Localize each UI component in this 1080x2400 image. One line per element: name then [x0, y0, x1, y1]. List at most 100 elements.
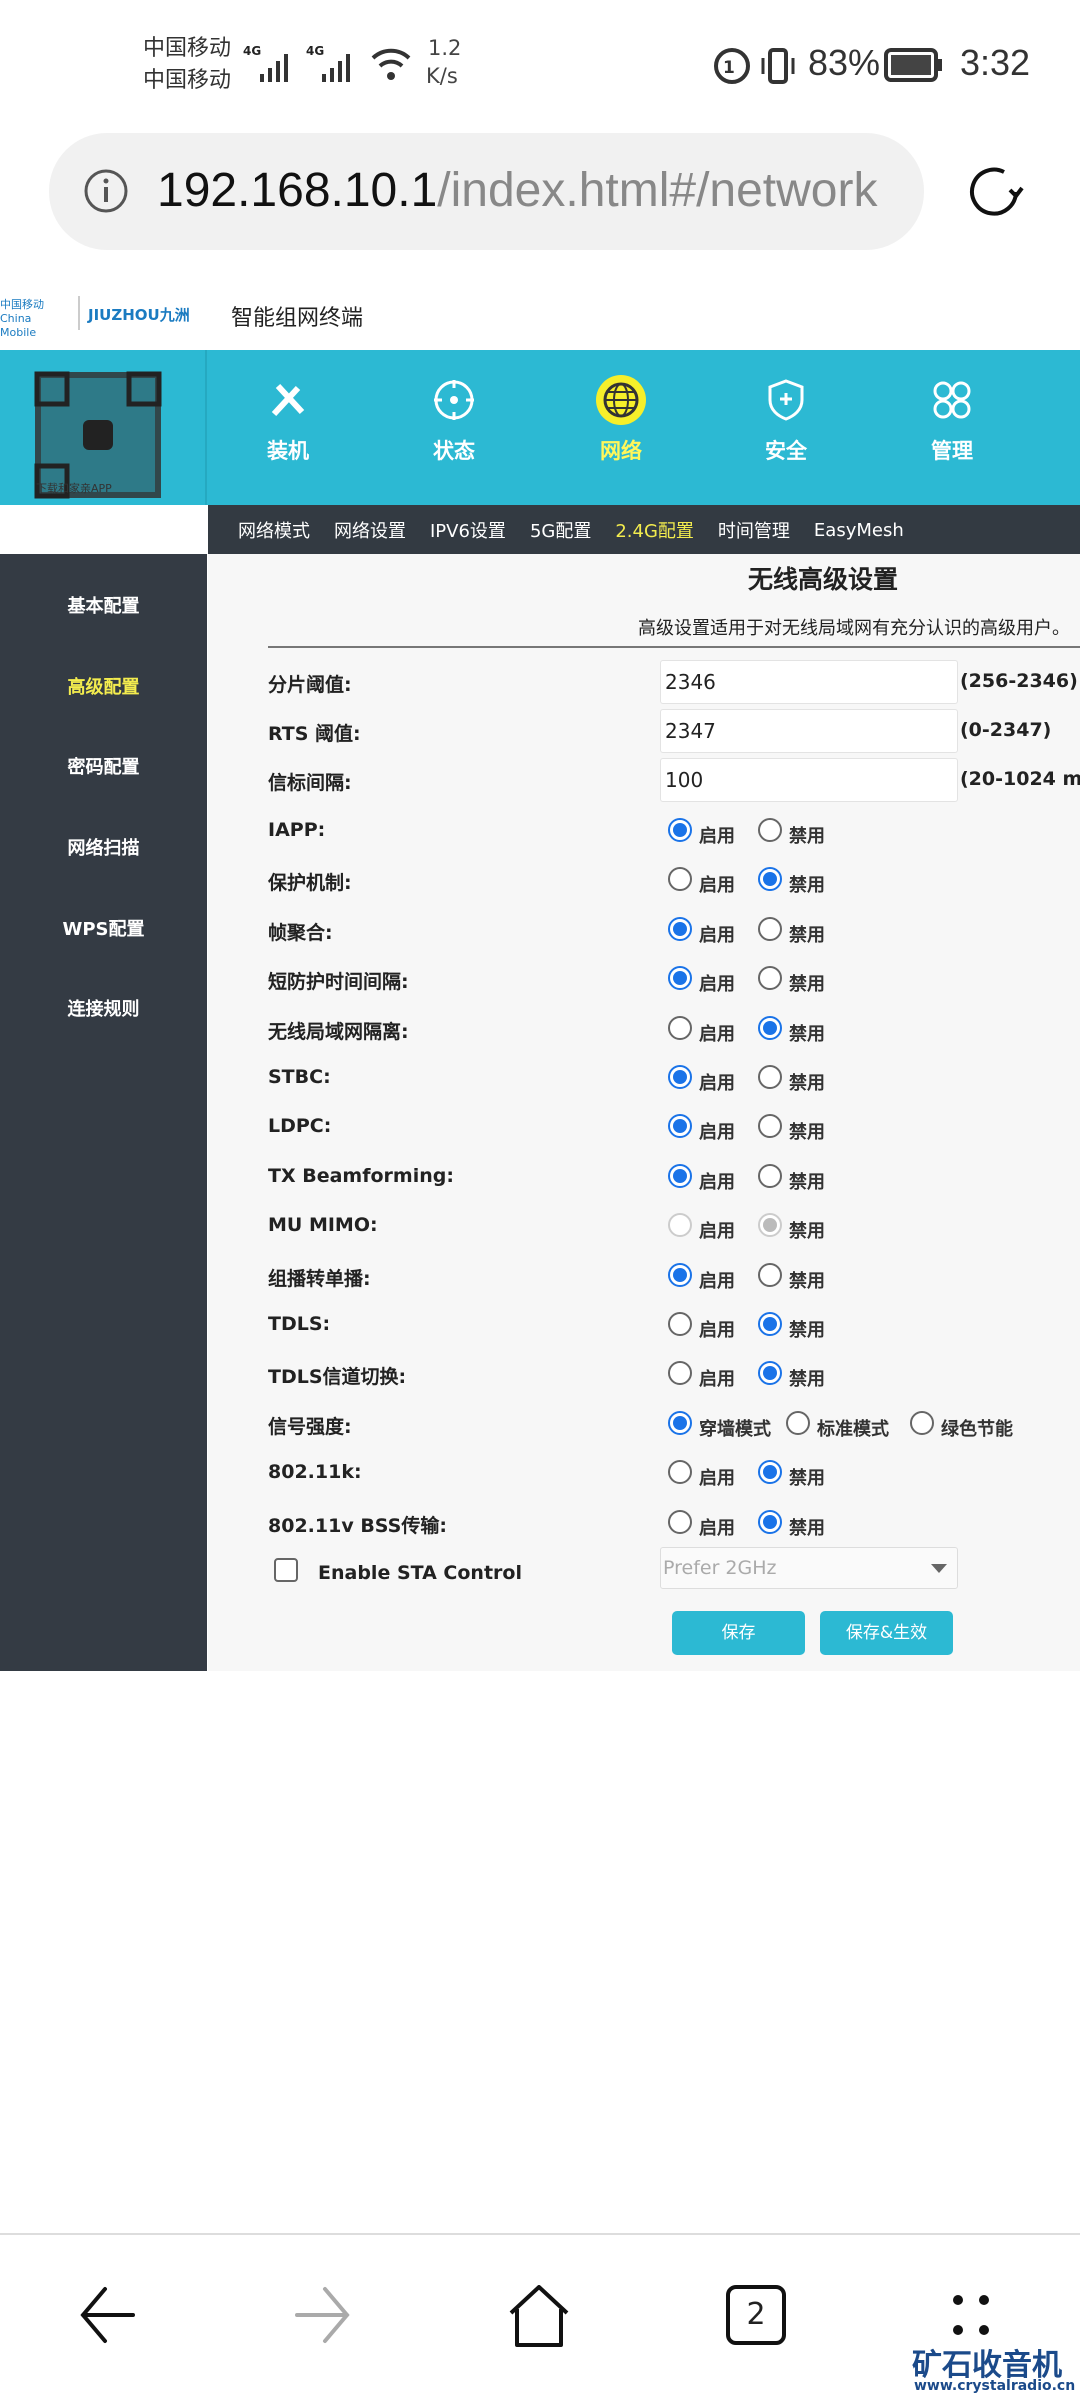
radio-button[interactable]	[668, 1163, 692, 1188]
sidebar-item-password[interactable]: 密码配置	[0, 753, 207, 779]
back-icon[interactable]	[75, 2285, 139, 2345]
radio-label[interactable]: 禁用	[789, 1168, 825, 1194]
radio-button[interactable]	[668, 818, 692, 842]
sta-control-checkbox[interactable]	[274, 1558, 298, 1582]
threshold-input[interactable]: 100	[660, 758, 958, 802]
radio-button[interactable]	[668, 1460, 692, 1485]
radio-label[interactable]: 禁用	[789, 1217, 825, 1243]
radio-label[interactable]: 禁用	[789, 822, 825, 848]
radio-button[interactable]	[668, 916, 692, 941]
jiuzhou-logo: JIUZHOU九洲	[88, 306, 190, 324]
radio-button[interactable]	[668, 1065, 692, 1089]
radio-button[interactable]	[758, 1509, 782, 1534]
radio-button[interactable]	[758, 867, 782, 892]
radio-label[interactable]: 启用	[699, 921, 735, 947]
tabs-count-button[interactable]: 2	[726, 2285, 786, 2345]
radio-button[interactable]	[758, 1262, 782, 1287]
reload-icon[interactable]	[964, 160, 1028, 224]
sidebar-item-basic[interactable]: 基本配置	[0, 592, 207, 618]
radio-label[interactable]: 标准模式	[817, 1415, 889, 1441]
url-text[interactable]: 192.168.10.1/index.html#/network	[157, 163, 907, 219]
radio-button[interactable]	[910, 1410, 934, 1435]
forward-icon[interactable]	[291, 2285, 355, 2345]
radio-button[interactable]	[758, 1312, 782, 1336]
tab-manage[interactable]: 管理	[892, 375, 1012, 465]
radio-button[interactable]	[668, 966, 692, 991]
save-button[interactable]: 保存	[672, 1611, 805, 1655]
subnav-ipv6[interactable]: IPV6设置	[430, 517, 506, 543]
tab-install[interactable]: 装机	[228, 375, 348, 465]
radio-label[interactable]: 启用	[699, 1316, 735, 1342]
radio-label[interactable]: 禁用	[789, 1464, 825, 1490]
radio-label[interactable]: 禁用	[789, 1514, 825, 1540]
radio-label[interactable]: 启用	[699, 1118, 735, 1144]
subnav-network-mode[interactable]: 网络模式	[238, 517, 310, 543]
subnav-5g[interactable]: 5G配置	[530, 517, 591, 543]
radio-button[interactable]	[758, 916, 782, 941]
subnav-easymesh[interactable]: EasyMesh	[814, 520, 904, 541]
radio-label[interactable]: 启用	[699, 1168, 735, 1194]
radio-label[interactable]: 禁用	[789, 871, 825, 897]
radio-button[interactable]	[758, 1163, 782, 1188]
radio-label[interactable]: 启用	[699, 1365, 735, 1391]
radio-button[interactable]	[758, 1065, 782, 1089]
setting-label: 信号强度:	[268, 1415, 352, 1438]
radio-label[interactable]: 禁用	[789, 1069, 825, 1095]
sidebar-item-rules[interactable]: 连接规则	[0, 995, 207, 1021]
radio-button[interactable]	[758, 1015, 782, 1040]
radio-button[interactable]	[668, 1015, 692, 1040]
radio-button[interactable]	[786, 1410, 810, 1435]
setting-label: IAPP:	[268, 819, 326, 841]
radio-button[interactable]	[758, 1361, 782, 1386]
tab-security[interactable]: 安全	[726, 375, 846, 465]
logo-divider	[78, 296, 80, 330]
sidebar-item-wps[interactable]: WPS配置	[0, 915, 207, 941]
threshold-input[interactable]: 2347	[660, 709, 958, 753]
tab-network[interactable]: 网络	[561, 375, 681, 465]
radio-button[interactable]	[758, 818, 782, 842]
radio-label[interactable]: 启用	[699, 1514, 735, 1540]
radio-label[interactable]: 禁用	[789, 970, 825, 996]
radio-button[interactable]	[758, 1114, 782, 1139]
tab-status[interactable]: 状态	[394, 375, 514, 465]
signal-icon-1	[260, 54, 288, 82]
sta-preference-select[interactable]: Prefer 2GHz	[660, 1547, 958, 1589]
radio-button[interactable]	[668, 1509, 692, 1534]
address-bar[interactable]: 192.168.10.1/index.html#/network	[49, 133, 924, 250]
subnav-2-4g[interactable]: 2.4G配置	[615, 517, 694, 543]
subnav-network-settings[interactable]: 网络设置	[334, 517, 406, 543]
radio-label[interactable]: 禁用	[789, 1118, 825, 1144]
info-icon[interactable]	[83, 168, 129, 214]
radio-button[interactable]	[668, 1312, 692, 1336]
radio-button[interactable]	[668, 1262, 692, 1287]
radio-label[interactable]: 禁用	[789, 1316, 825, 1342]
radio-label[interactable]: 禁用	[789, 921, 825, 947]
save-apply-button[interactable]: 保存&生效	[820, 1611, 953, 1655]
radio-button[interactable]	[668, 1410, 692, 1435]
menu-icon[interactable]	[946, 2290, 996, 2340]
radio-label[interactable]: 禁用	[789, 1365, 825, 1391]
radio-label[interactable]: 启用	[699, 1020, 735, 1046]
subnav-time[interactable]: 时间管理	[718, 517, 790, 543]
sidebar-item-advanced[interactable]: 高级配置	[0, 673, 207, 699]
radio-label[interactable]: 穿墙模式	[699, 1415, 771, 1441]
sidebar-item-scan[interactable]: 网络扫描	[0, 834, 207, 860]
setting-label: 帧聚合:	[268, 921, 333, 944]
radio-button[interactable]	[668, 1361, 692, 1386]
radio-label[interactable]: 禁用	[789, 1020, 825, 1046]
radio-label[interactable]: 绿色节能	[941, 1415, 1013, 1441]
radio-button[interactable]	[758, 1460, 782, 1485]
threshold-input[interactable]: 2346	[660, 660, 958, 704]
radio-button[interactable]	[668, 1114, 692, 1139]
radio-label[interactable]: 启用	[699, 970, 735, 996]
home-icon[interactable]	[507, 2285, 571, 2349]
radio-label[interactable]: 启用	[699, 1464, 735, 1490]
radio-label[interactable]: 禁用	[789, 1267, 825, 1293]
radio-label[interactable]: 启用	[699, 1217, 735, 1243]
radio-label[interactable]: 启用	[699, 1267, 735, 1293]
radio-button[interactable]	[758, 966, 782, 991]
radio-button[interactable]	[668, 867, 692, 892]
radio-label[interactable]: 启用	[699, 1069, 735, 1095]
radio-label[interactable]: 启用	[699, 871, 735, 897]
radio-label[interactable]: 启用	[699, 822, 735, 848]
